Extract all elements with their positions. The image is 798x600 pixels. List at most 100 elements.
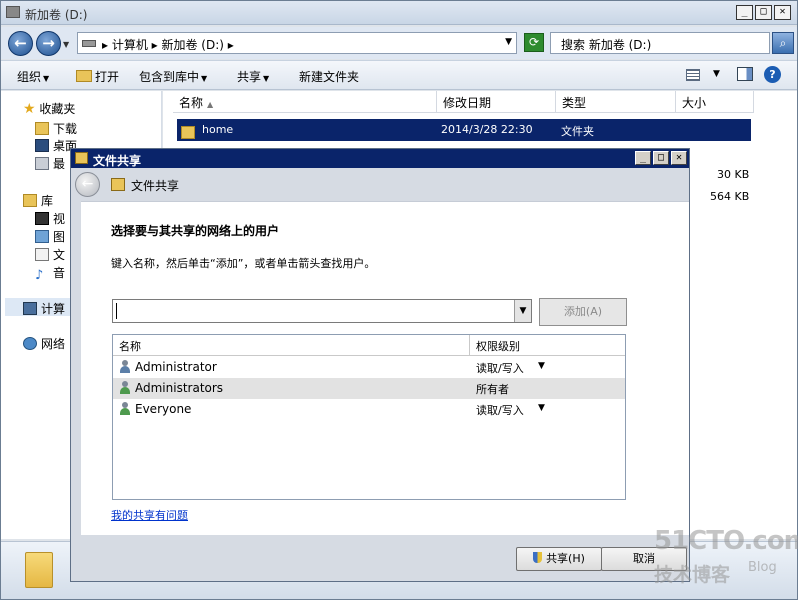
column-header-name[interactable]: 名称 ▲ [173,91,437,113]
file-modified: 2014/3/28 22:30 [441,123,533,136]
nav-downloads[interactable]: 下载 [35,120,77,137]
command-bar: 组织 ▼ 打开 包含到库中 ▼ 共享 ▼ 新建文件夹 ▼ ? [1,60,797,90]
forward-button[interactable]: → [36,31,61,56]
nav-documents[interactable]: 文 [35,246,65,263]
permission-dropdown-arrow[interactable]: ▼ [538,361,545,371]
library-icon [23,194,37,207]
dialog-back-button[interactable]: ← [75,172,100,197]
nav-libraries[interactable]: 库 [23,192,53,209]
address-dropdown[interactable]: ▼ [505,37,512,47]
watermark-blog: Blog [748,560,777,575]
nav-pictures[interactable]: 图 [35,228,65,245]
user-name-combobox[interactable]: ▼ [112,299,532,323]
share-icon [75,152,88,164]
search-placeholder: 搜索 新加卷 (D:) [561,38,652,52]
add-button[interactable]: 添加(A) [539,298,627,326]
documents-icon [35,248,49,261]
table-row[interactable]: Everyone 读取/写入 ▼ [113,399,625,420]
refresh-button[interactable]: ⟳ [524,33,544,52]
dialog-title-bar[interactable]: 文件共享 _ □ ✕ [71,149,689,168]
search-input[interactable]: 搜索 新加卷 (D:) [550,32,770,54]
music-icon: ♪ [35,268,44,283]
include-in-library-menu[interactable]: 包含到库中 ▼ [139,68,207,85]
preview-pane-icon[interactable] [737,67,753,81]
share-label: 共享 [237,70,262,84]
sharing-help-link[interactable]: 我的共享有问题 [111,507,188,523]
pictures-icon [35,230,49,243]
share-button-label: 共享(H) [546,552,585,565]
star-icon: ★ [23,101,36,117]
downloads-icon [35,122,49,135]
maximize-button[interactable]: □ [755,5,772,20]
minimize-button[interactable]: _ [736,5,753,20]
dialog-minimize-button[interactable]: _ [635,151,651,165]
file-size: 564 KB [710,190,750,203]
window-controls: _ □ ✕ [736,5,791,20]
dialog-heading: 选择要与其共享的网络上的用户 [111,224,280,238]
group-icon [119,402,131,416]
permission-level[interactable]: 读取/写入 [476,360,524,376]
drive-icon [6,6,20,18]
dialog-body: 选择要与其共享的网络上的用户 键入名称，然后单击“添加”，或者单击箭头查找用户。… [81,201,689,535]
column-header-permission[interactable]: 权限级别 [470,335,625,356]
dialog-title: 文件共享 [93,154,142,168]
dialog-header: ← 文件共享 [71,169,689,199]
desktop-icon [35,139,49,152]
address-bar[interactable]: ▸ 计算机 ▸ 新加卷 (D:) ▸ ▼ [77,32,517,54]
user-permissions-table: 名称 权限级别 Administrator 读取/写入 ▼ Administra… [112,334,626,500]
nav-videos[interactable]: 视 [35,210,65,227]
nav-music[interactable]: ♪ 音 [35,264,65,283]
nav-label: 图 [53,230,66,244]
watermark-logo: 51CTO.com [654,526,798,556]
table-row[interactable]: Administrators 所有者 [113,378,625,399]
view-dropdown[interactable]: ▼ [713,69,720,79]
group-icon [119,381,131,395]
folder-icon [76,70,92,82]
user-icon [119,360,131,374]
file-name: home [202,123,234,136]
explorer-title-bar[interactable]: 新加卷 (D:) _ □ ✕ [1,1,797,25]
view-icon[interactable] [686,69,700,81]
combobox-dropdown-arrow[interactable]: ▼ [514,300,531,322]
nav-favorites[interactable]: ★ 收藏夹 [23,100,75,117]
network-icon [23,337,37,350]
nav-label: 收藏夹 [39,102,76,116]
recent-pages-dropdown[interactable]: ▼ [63,40,69,49]
user-name: Administrators [135,381,224,395]
permission-level[interactable]: 读取/写入 [476,402,524,418]
video-icon [35,212,49,225]
dialog-maximize-button[interactable]: □ [653,151,669,165]
column-header-size[interactable]: 大小 [676,91,754,113]
address-path[interactable]: ▸ 计算机 ▸ 新加卷 (D:) ▸ [102,36,234,53]
dialog-close-button[interactable]: ✕ [671,151,687,165]
column-header-name[interactable]: 名称 [113,335,470,356]
new-folder-button[interactable]: 新建文件夹 [299,68,359,85]
nav-network[interactable]: 网络 [23,335,65,352]
nav-recent[interactable]: 最 [35,155,65,172]
search-icon[interactable]: ⌕ [772,32,794,54]
back-button[interactable]: ← [8,31,33,56]
nav-label: 计算 [41,302,66,316]
share-button[interactable]: 共享(H) [516,547,602,571]
column-header-modified[interactable]: 修改日期 [437,91,556,113]
permission-level: 所有者 [476,383,509,396]
include-label: 包含到库中 [139,70,200,84]
share-menu[interactable]: 共享 ▼ [237,68,269,85]
close-button[interactable]: ✕ [774,5,791,20]
share-icon [111,178,125,191]
permission-dropdown-arrow[interactable]: ▼ [538,403,545,413]
file-sharing-dialog: 文件共享 _ □ ✕ ← 文件共享 选择要与其共享的网络上的用户 键入名称，然后… [70,148,690,582]
table-row[interactable]: home 2014/3/28 22:30 文件夹 [177,119,751,141]
organize-menu[interactable]: 组织 ▼ [17,68,49,85]
column-header-type[interactable]: 类型 [556,91,676,113]
file-type: 文件夹 [561,125,594,138]
open-button[interactable]: 打开 [76,68,119,85]
watermark-subtitle: 技术博客 [654,564,731,586]
help-icon[interactable]: ? [764,66,781,83]
nav-label: 视 [53,212,66,226]
dialog-window-controls: _ □ ✕ [635,151,687,165]
open-label: 打开 [95,70,120,84]
user-name: Everyone [135,402,192,416]
table-row[interactable]: Administrator 读取/写入 ▼ [113,357,625,378]
dialog-instructions: 键入名称，然后单击“添加”，或者单击箭头查找用户。 [111,257,376,270]
